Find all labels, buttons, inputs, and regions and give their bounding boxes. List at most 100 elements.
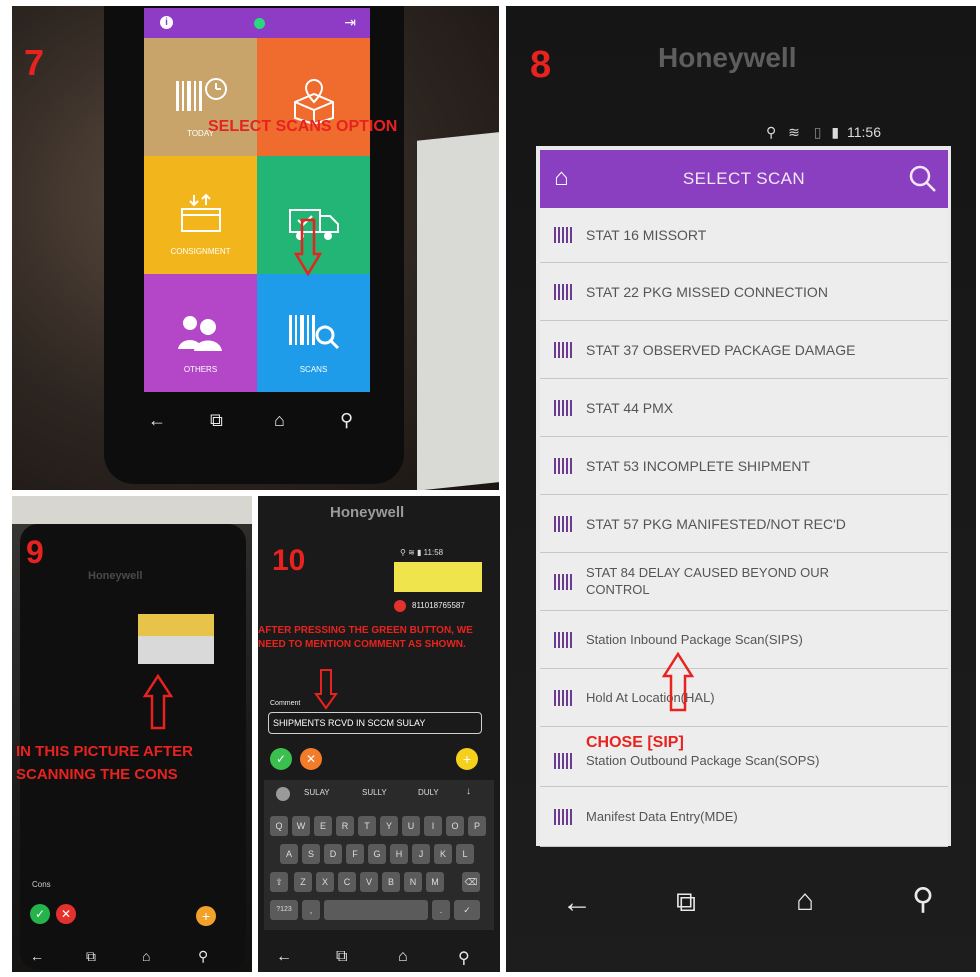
scan-option-item-sips[interactable]: Station Inbound Package Scan(SIPS) [540,611,948,669]
cancel-button[interactable]: ✕ [56,904,76,924]
keyboard-key[interactable]: O [446,816,464,836]
scanned-cons-bar [138,614,214,636]
back-key-icon[interactable]: ← [562,886,592,920]
down-arrow-icon [294,218,322,276]
recent-apps-icon[interactable]: ⧉ [210,410,223,431]
tile-scans[interactable]: SCANS [257,274,370,392]
info-icon[interactable]: i [160,16,173,29]
keyboard-key[interactable]: Q [270,816,288,836]
recent-apps-icon[interactable]: ⧉ [676,886,696,919]
recent-apps-icon[interactable]: ⧉ [336,948,347,966]
keyboard-key[interactable]: W [292,816,310,836]
scanned-cons-number-box [138,636,214,664]
tile-pickup[interactable] [257,38,370,156]
scan-option-item[interactable]: STAT 16 MISSORT [540,208,948,263]
keyboard-key[interactable]: D [324,844,342,864]
wifi-icon: ≋ [788,124,800,140]
keyboard-key[interactable]: I [424,816,442,836]
keyboard-key[interactable]: B [382,872,400,892]
keyboard-key[interactable]: Y [380,816,398,836]
suggestion-3[interactable]: DULY [418,788,439,797]
keyboard-key[interactable]: U [402,816,420,836]
keyboard-key[interactable]: C [338,872,356,892]
confirm-button[interactable]: ✓ [30,904,50,924]
period-key[interactable]: . [432,900,450,920]
keyboard-key[interactable]: M [426,872,444,892]
keyboard-key[interactable]: L [456,844,474,864]
back-key-icon[interactable]: ← [276,948,292,966]
comment-input[interactable]: SHIPMENTS RCVD IN SCCM SULAY [268,712,482,734]
search-key-icon[interactable]: ⚲ [912,882,934,917]
tile-today[interactable]: TODAY [144,38,257,156]
scan-option-label: Station Inbound Package Scan(SIPS) [586,632,803,647]
scan-option-item[interactable]: STAT 57 PKG MANIFESTED/NOT REC'D [540,495,948,553]
keyboard-key[interactable]: E [314,816,332,836]
barcode-icon [554,457,574,474]
scan-option-item[interactable]: STAT 37 OBSERVED PACKAGE DAMAGE [540,321,948,379]
cancel-button[interactable]: ✕ [300,748,322,770]
keyboard-key[interactable]: Z [294,872,312,892]
home-key-icon[interactable]: ⌂ [796,884,814,918]
clock-time: 11:58 [423,548,444,557]
add-button[interactable]: + [456,748,478,770]
keyboard-key[interactable]: R [336,816,354,836]
tile-consignment[interactable]: CONSIGNMENT [144,156,257,274]
scan-option-item[interactable]: STAT 22 PKG MISSED CONNECTION [540,263,948,321]
barcode-icon [554,399,574,416]
back-key-icon[interactable]: ← [30,948,44,964]
suggestion-1[interactable]: SULAY [304,788,330,797]
numbers-key[interactable]: ?123 [270,900,298,920]
scan-option-item[interactable]: Hold At Location(HAL) [540,669,948,727]
keyboard-key[interactable]: J [412,844,430,864]
keyboard-key[interactable]: V [360,872,378,892]
scan-option-item[interactable]: STAT 53 INCOMPLETE SHIPMENT [540,437,948,495]
suggestion-2[interactable]: SULLY [362,788,387,797]
scan-note: IN THIS PICTURE AFTER SCANNING THE CONS [16,743,193,784]
keyboard-key[interactable]: T [358,816,376,836]
voice-icon[interactable] [276,787,290,801]
back-key-icon[interactable]: ← [148,410,166,431]
app-header: ⌂ SELECT SCAN [540,150,948,208]
tile-others[interactable]: OTHERS [144,274,257,392]
add-button[interactable]: + [196,906,216,926]
logout-icon[interactable]: ⇥ [344,14,356,31]
keyboard-key[interactable]: N [404,872,422,892]
step-number: 10 [272,544,306,577]
keyboard-key[interactable]: F [346,844,364,864]
confirm-button[interactable]: ✓ [270,748,292,770]
scan-option-item[interactable]: Manifest Data Entry(MDE) [540,787,948,847]
location-icon: ⚲ [766,124,777,140]
keyboard-key[interactable]: X [316,872,334,892]
search-icon[interactable] [908,164,938,194]
search-key-icon[interactable]: ⚲ [340,410,353,431]
collapse-keyboard-icon[interactable]: ↓ [466,786,471,797]
battery-icon: ▮ [831,124,840,140]
home-key-icon[interactable]: ⌂ [398,948,408,966]
search-key-icon[interactable]: ⚲ [458,948,470,968]
scan-option-item[interactable]: STAT 44 PMX [540,379,948,437]
instruction-note: SELECT SCANS OPTION [208,118,398,135]
device-brand: Honeywell [330,504,405,521]
done-key[interactable]: ✓ [454,900,480,920]
scan-option-item[interactable]: STAT 84 DELAY CAUSED BEYOND OUR CONTROL [540,553,948,611]
keyboard-key[interactable]: H [390,844,408,864]
home-key-icon[interactable]: ⌂ [274,410,285,431]
keyboard-key[interactable]: S [302,844,320,864]
search-key-icon[interactable]: ⚲ [198,948,208,965]
keyboard-key[interactable]: G [368,844,386,864]
space-key[interactable] [324,900,428,920]
keyboard-key[interactable]: P [468,816,486,836]
home-key-icon[interactable]: ⌂ [142,948,150,964]
keyboard-key[interactable]: A [280,844,298,864]
keyboard-key[interactable]: K [434,844,452,864]
shift-key[interactable]: ⇧ [270,872,288,892]
comma-key[interactable]: , [302,900,320,920]
scan-option-label: Hold At Location(HAL) [586,690,715,705]
scan-option-label: STAT 16 MISSORT [586,227,707,243]
remove-icon[interactable] [394,600,406,612]
up-arrow-icon [662,652,694,712]
home-icon[interactable]: ⌂ [554,164,569,192]
recent-apps-icon[interactable]: ⧉ [86,948,96,965]
comment-note: AFTER PRESSING THE GREEN BUTTON, WE NEED… [258,625,473,650]
backspace-key[interactable]: ⌫ [462,872,480,892]
